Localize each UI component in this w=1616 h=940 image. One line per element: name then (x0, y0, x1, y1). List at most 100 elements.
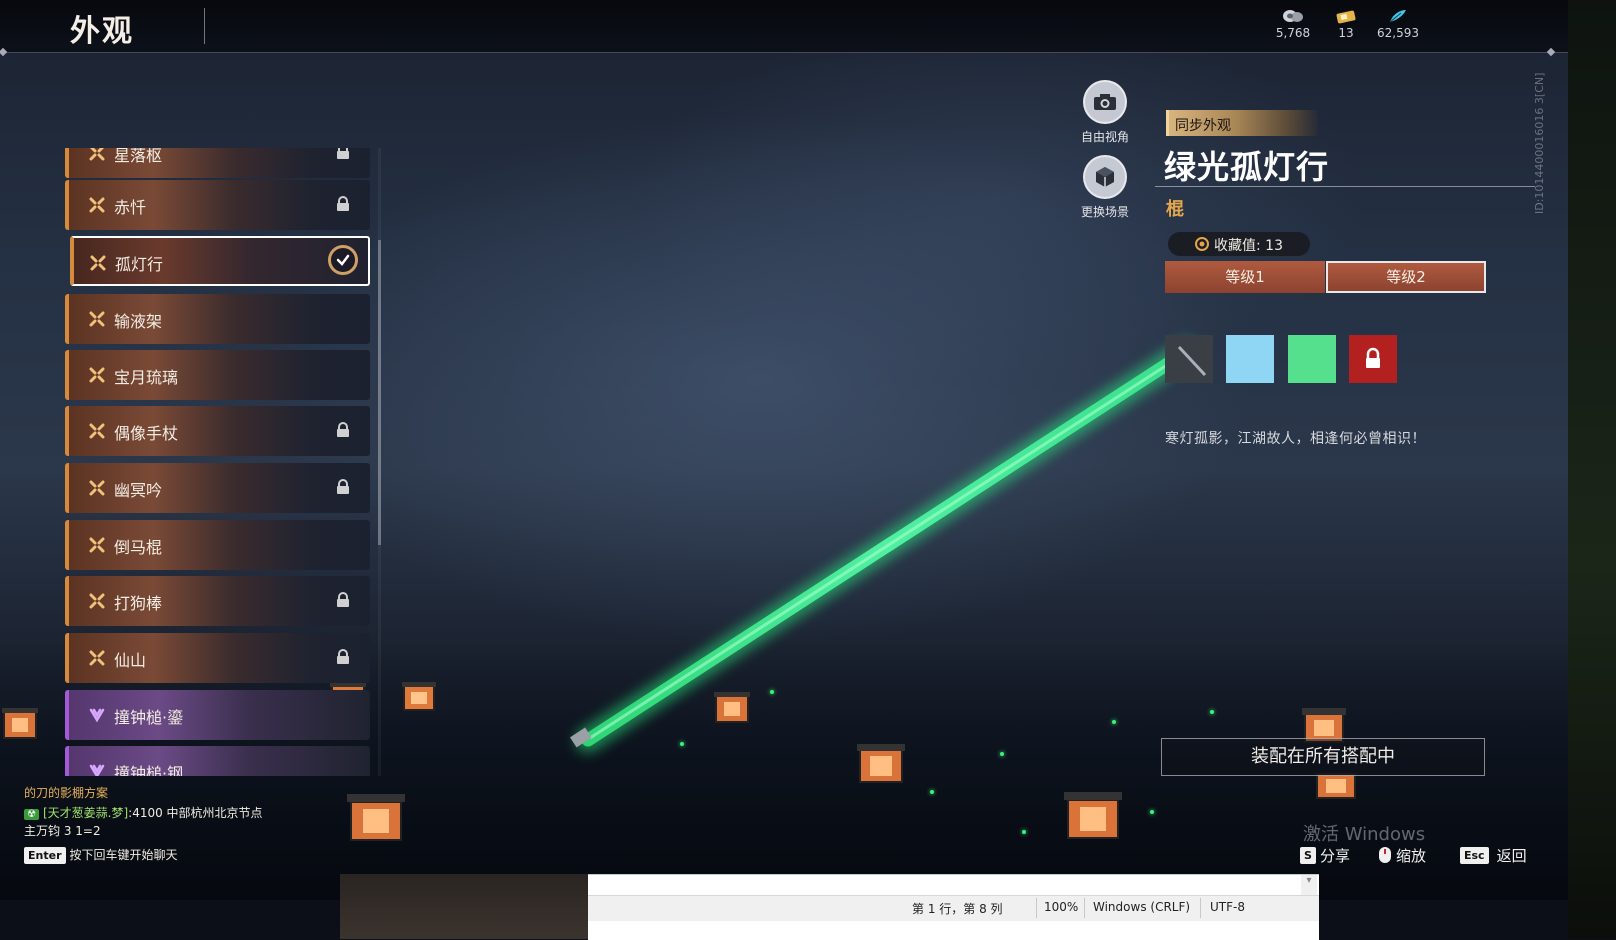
rarity-star-icon (89, 650, 105, 666)
list-item[interactable]: 撞钟槌·鎏 (65, 690, 370, 740)
list-item-label: 孤灯行 (115, 255, 164, 274)
back-label: 返回 (1496, 846, 1527, 865)
lock-icon (337, 592, 349, 607)
lock-icon (1366, 347, 1380, 368)
list-scrollbar-thumb[interactable] (378, 240, 381, 545)
swatch-green[interactable] (1288, 335, 1336, 383)
chat-message: :4100 中部杭州北京节点 (128, 806, 263, 820)
currency-ticket: 13 (1316, 8, 1376, 40)
chat-input-hint[interactable]: Enter 按下回车键开始聊天 (24, 846, 178, 864)
back-hint[interactable]: Esc 返回 (1460, 845, 1527, 865)
equipped-check-icon (328, 245, 358, 275)
rarity-gem-icon (89, 708, 105, 723)
floating-lantern (402, 682, 436, 711)
sync-appearance-tag[interactable]: 同步外观 (1166, 110, 1318, 136)
name-underline (1155, 186, 1535, 187)
list-item[interactable]: 输液架 (65, 294, 370, 344)
activate-windows-watermark: 激活 Windows (1303, 824, 1426, 845)
coin-icon (1283, 10, 1303, 22)
collection-icon (1195, 237, 1209, 251)
appearance-list[interactable]: 星落枢 赤忏 孤灯行 输液架 宝月琉璃 偶像手杖 幽冥吟 倒马棍 打狗棒 仙山 … (62, 148, 380, 776)
staff-thumbnail-icon (1177, 345, 1207, 377)
notepad-status-bar: 第 1 行，第 8 列 100% Windows (CRLF) UTF-8 (588, 895, 1319, 921)
floating-lantern (2, 708, 38, 739)
list-item-label: 偶像手杖 (114, 424, 179, 443)
firefly-spark (1112, 720, 1116, 724)
tier-2-tab[interactable]: 等级2 (1326, 261, 1486, 293)
ticket-icon (1336, 10, 1356, 24)
lock-icon (337, 148, 349, 159)
lock-icon (337, 479, 349, 494)
list-item[interactable]: 仙山 (65, 633, 370, 683)
chat-line: 主万钧 3 1=2 (24, 824, 101, 838)
swatch-locked[interactable] (1349, 335, 1397, 383)
share-label: 分享 (1319, 846, 1350, 865)
list-item[interactable]: 打狗棒 (65, 576, 370, 626)
collection-value-label: 收藏值: 13 (1214, 238, 1283, 254)
lock-icon (337, 422, 349, 437)
item-category: 棍 (1166, 199, 1184, 220)
free-view-label: 自由视角 (1080, 130, 1129, 144)
equip-all-button[interactable]: 装配在所有搭配中 (1161, 738, 1485, 776)
floating-lantern (347, 794, 405, 841)
list-item[interactable]: 偶像手杖 (65, 406, 370, 456)
list-item[interactable]: 宝月琉璃 (65, 350, 370, 400)
swatch-light-blue[interactable] (1226, 335, 1274, 383)
enter-key: Enter (24, 847, 66, 864)
encoding: UTF-8 (1210, 900, 1245, 914)
notepad-window: ▾ 第 1 行，第 8 列 100% Windows (CRLF) UTF-8 (588, 874, 1319, 940)
rarity-star-icon (89, 423, 105, 439)
currency-feather: 62,593 (1368, 8, 1428, 40)
chat-player-name[interactable]: [天才葱姜蒜.梦] (43, 806, 128, 820)
list-item[interactable]: 倒马棍 (65, 520, 370, 570)
ticket-amount: 13 (1338, 26, 1354, 40)
change-scene-label: 更换场景 (1080, 205, 1129, 219)
rarity-star-icon (89, 367, 105, 383)
floating-lantern (1064, 792, 1122, 839)
feather-icon (1389, 10, 1406, 23)
list-item-label: 撞钟槌·鎏 (114, 708, 184, 727)
list-item-label: 赤忏 (114, 198, 147, 217)
rarity-gem-icon (89, 764, 105, 776)
collection-value-badge: 收藏值: 13 (1168, 232, 1310, 256)
lock-icon (337, 196, 349, 211)
player-id: ID:1014400016016 3[CN] (1533, 72, 1546, 214)
line-ending: Windows (CRLF) (1093, 900, 1191, 914)
camera-icon (1083, 80, 1127, 124)
rarity-star-icon (89, 593, 105, 609)
chat-line: ☢ [天才葱姜蒜.梦]:4100 中部杭州北京节点 (24, 804, 263, 821)
firefly-spark (930, 790, 934, 794)
list-item[interactable]: 星落枢 (65, 148, 370, 178)
list-item-label: 星落枢 (114, 148, 163, 165)
cube-icon (1083, 155, 1127, 199)
scroll-down-arrow[interactable]: ▾ (1301, 875, 1317, 895)
tier-1-tab[interactable]: 等级1 (1165, 261, 1325, 293)
status-separator (1084, 898, 1085, 918)
mouse-icon (1379, 847, 1391, 863)
title-divider (204, 8, 205, 44)
firefly-spark (680, 742, 684, 746)
list-item-selected[interactable]: 孤灯行 (70, 236, 370, 286)
list-item-label: 撞钟槌·钢 (114, 764, 184, 776)
page-title: 外观 (70, 14, 134, 49)
change-scene-button[interactable]: 更换场景 (1065, 155, 1145, 220)
list-item[interactable]: 赤忏 (65, 180, 370, 230)
floating-lantern (857, 744, 905, 783)
list-item[interactable]: 撞钟槌·钢 (65, 746, 370, 776)
list-item-label: 宝月琉璃 (114, 368, 179, 387)
game-viewport: 外观 5,768 13 62,593 星落枢 赤忏 孤灯行 输液架 宝月琉璃 偶… (0, 0, 1568, 900)
list-item[interactable]: 幽冥吟 (65, 463, 370, 513)
status-separator (1200, 898, 1201, 918)
item-description: 寒灯孤影，江湖故人，相逢何必曾相识！ (1165, 431, 1426, 447)
chat-line: 的刀的影棚方案 (24, 786, 109, 800)
zoom-hint[interactable]: 缩放 (1378, 845, 1426, 865)
currency-coin: 5,768 (1263, 8, 1323, 40)
free-view-button[interactable]: 自由视角 (1065, 80, 1145, 145)
share-hint[interactable]: S 分享 (1300, 845, 1350, 865)
list-item-label: 打狗棒 (114, 594, 163, 613)
rarity-star-icon (89, 537, 105, 553)
swatch-default[interactable] (1165, 335, 1213, 383)
firefly-spark (1150, 810, 1154, 814)
list-item-label: 幽冥吟 (114, 481, 163, 500)
esc-key: Esc (1460, 846, 1489, 864)
